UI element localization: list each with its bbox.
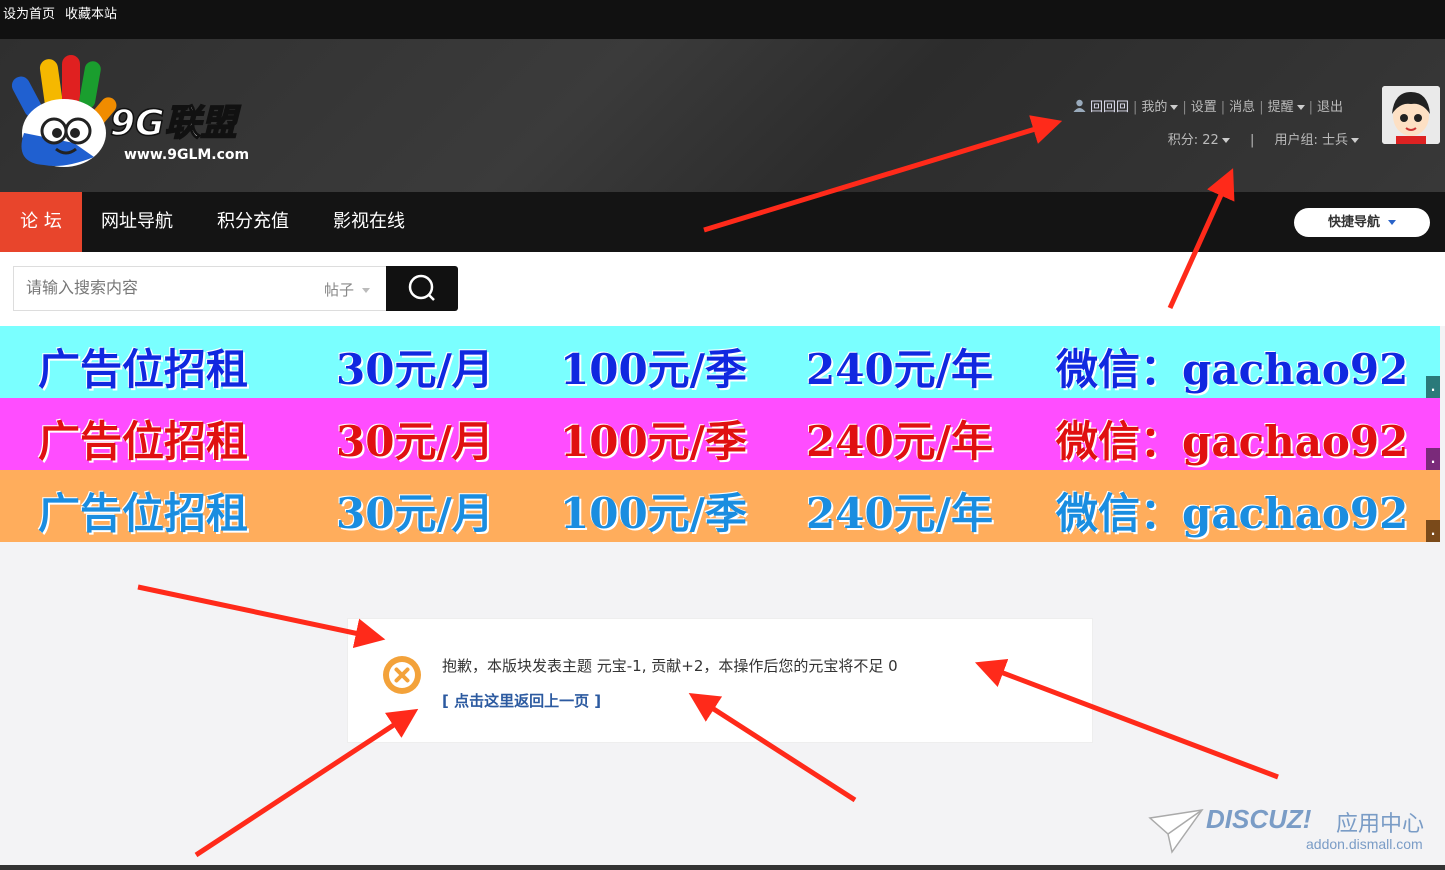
site-logo[interactable]: 9G联盟 www.9GLM.com — [4, 53, 294, 171]
search-button[interactable] — [386, 266, 458, 311]
nav-item-video-online[interactable]: 影视在线 — [333, 192, 405, 252]
go-back-link[interactable]: [ 点击这里返回上一页 ] — [442, 690, 601, 711]
ad-text: 微信：gachao92 — [1056, 417, 1409, 466]
nav-item-forum[interactable]: 论 坛 — [0, 192, 82, 252]
separator: | — [1132, 100, 1138, 115]
search-area: 帖子 — [0, 252, 1445, 326]
search-type-label: 帖子 — [324, 281, 355, 299]
ad-text: 240元/年 — [806, 417, 994, 466]
set-homepage-link[interactable]: 设为首页 — [3, 3, 55, 22]
search-type-select[interactable]: 帖子 — [324, 279, 371, 300]
error-message-text: 抱歉，本版块发表主题 元宝-1, 贡献+2，本操作后您的元宝将不足 0 — [442, 657, 898, 675]
ad-text: 100元/季 — [560, 417, 748, 466]
chevron-down-icon — [1351, 138, 1359, 143]
ad-text: 微信：gachao92 — [1056, 345, 1409, 394]
top-bar: 设为首页 收藏本站 — [0, 0, 1445, 39]
user-icon — [1073, 99, 1086, 112]
ad-tag[interactable]: . — [1426, 448, 1440, 470]
watermark-brand: DISCUZ! — [1206, 804, 1312, 834]
ad-text: 100元/季 — [560, 345, 748, 394]
main-nav: 论 坛 网址导航 积分充值 影视在线 快捷导航 — [0, 192, 1445, 252]
separator: | — [1259, 100, 1264, 115]
nav-item-url-nav[interactable]: 网址导航 — [101, 192, 173, 252]
ad-text: 30元/月 — [336, 489, 494, 538]
search-icon — [408, 274, 435, 301]
paper-plane-icon — [1148, 808, 1204, 854]
logo-text: 9G联盟 — [110, 103, 242, 144]
ad-text: 广告位招租 — [38, 345, 249, 394]
site-header: 9G联盟 www.9GLM.com 回回回 | 我的 | 设置 | 消息 | 提醒 | 退出 积分:… — [0, 39, 1445, 192]
ad-text: 100元/季 — [560, 489, 748, 538]
logo-url-text: www.9GLM.com — [124, 147, 249, 163]
username-link[interactable]: 回回回 — [1090, 100, 1129, 115]
ad-text: 240元/年 — [806, 489, 994, 538]
ad-tag[interactable]: . — [1426, 520, 1440, 542]
separator: | — [1308, 100, 1313, 115]
points-menu[interactable]: 积分: 22 — [1168, 133, 1219, 148]
reminders-menu[interactable]: 提醒 — [1268, 100, 1294, 115]
user-stats: 积分: 22 | 用户组: 士兵 — [1168, 129, 1359, 148]
ad-text: 微信：gachao92 — [1056, 489, 1409, 538]
nav-item-points-recharge[interactable]: 积分充值 — [217, 192, 289, 252]
chevron-down-icon — [362, 288, 371, 293]
my-menu[interactable]: 我的 — [1141, 100, 1167, 115]
ad-banner-1[interactable]: 广告位招租 30元/月 100元/季 240元/年 微信：gachao92 . — [0, 326, 1440, 398]
usergroup-menu[interactable]: 用户组: 士兵 — [1274, 133, 1348, 148]
quick-nav-label: 快捷导航 — [1327, 215, 1380, 230]
avatar[interactable] — [1382, 86, 1440, 144]
ad-text: 30元/月 — [336, 345, 494, 394]
logout-link[interactable]: 退出 — [1317, 100, 1343, 115]
error-message-box: 抱歉，本版块发表主题 元宝-1, 贡献+2，本操作后您的元宝将不足 0 [ 点击… — [347, 618, 1093, 743]
ad-text: 240元/年 — [806, 345, 994, 394]
ad-banner-2[interactable]: 广告位招租 30元/月 100元/季 240元/年 微信：gachao92 . — [0, 398, 1440, 470]
ad-text: 广告位招租 — [38, 489, 249, 538]
bottom-bar — [0, 865, 1445, 870]
watermark-label: 应用中心 — [1336, 812, 1425, 837]
search-input[interactable] — [26, 278, 306, 297]
messages-link[interactable]: 消息 — [1229, 100, 1255, 115]
settings-link[interactable]: 设置 — [1191, 100, 1217, 115]
chevron-down-icon — [1221, 138, 1230, 143]
watermark-url: addon.dismall.com — [1306, 836, 1423, 852]
ad-tag[interactable]: . — [1426, 376, 1440, 398]
chevron-down-icon — [1170, 105, 1179, 110]
ad-banner-3[interactable]: 广告位招租 30元/月 100元/季 240元/年 微信：gachao92 . — [0, 470, 1440, 542]
quick-nav-button[interactable]: 快捷导航 — [1294, 208, 1430, 237]
discuz-watermark: DISCUZ! 应用中心 addon.dismall.com — [1148, 804, 1438, 858]
separator: | — [1182, 100, 1187, 115]
chevron-down-icon — [1388, 220, 1396, 225]
ad-text: 30元/月 — [336, 417, 494, 466]
user-links: 回回回 | 我的 | 设置 | 消息 | 提醒 | 退出 — [1073, 96, 1343, 115]
bookmark-site-link[interactable]: 收藏本站 — [65, 3, 117, 22]
search-box: 帖子 — [13, 266, 387, 311]
error-icon — [383, 656, 421, 694]
separator: | — [1220, 100, 1226, 115]
ad-text: 广告位招租 — [38, 417, 249, 466]
separator: | — [1249, 133, 1255, 148]
chevron-down-icon — [1296, 105, 1305, 110]
annotation-arrow — [137, 584, 386, 648]
